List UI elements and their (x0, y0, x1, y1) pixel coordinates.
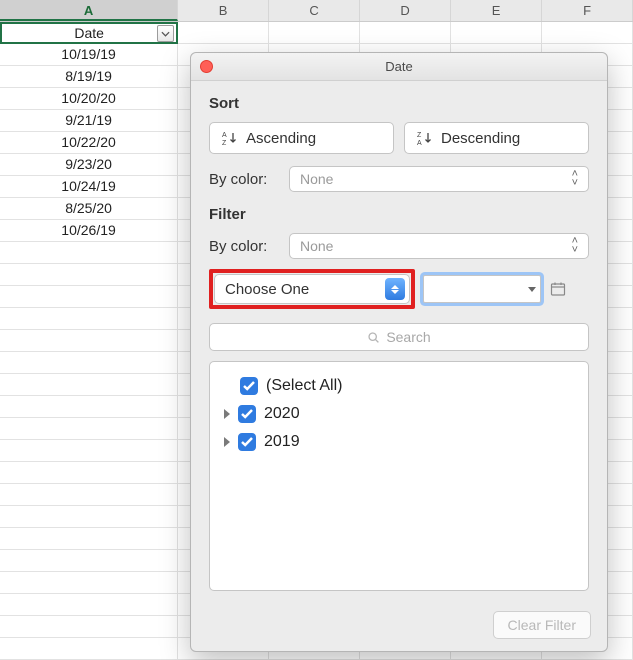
chevron-down-icon (528, 287, 536, 292)
cell[interactable]: 10/19/19 (0, 44, 178, 65)
cell[interactable] (0, 550, 178, 571)
filter-section-label: Filter (209, 206, 607, 223)
cell[interactable] (0, 374, 178, 395)
cell[interactable] (0, 308, 178, 329)
tree-item-year[interactable]: 2019 (222, 428, 576, 456)
cell[interactable] (0, 462, 178, 483)
filter-by-color-label: By color: (209, 238, 279, 255)
cell[interactable]: 10/24/19 (0, 176, 178, 197)
sort-by-color-select[interactable]: None ˄˅ (289, 166, 589, 192)
sort-ascending-label: Ascending (246, 130, 316, 147)
cell[interactable]: 9/23/20 (0, 154, 178, 175)
annotation-highlight: Choose One (209, 269, 415, 309)
cell[interactable] (0, 572, 178, 593)
dialog-title: Date (385, 59, 412, 74)
tree-item-label: 2020 (264, 405, 300, 423)
cell[interactable] (0, 286, 178, 307)
checkbox-icon[interactable] (238, 405, 256, 423)
sort-by-color-value: None (300, 171, 333, 187)
cell[interactable]: 8/19/19 (0, 66, 178, 87)
cell[interactable]: 8/25/20 (0, 198, 178, 219)
column-header[interactable]: B (178, 0, 269, 21)
header-cell-label: Date (74, 25, 104, 41)
filter-search-input[interactable]: Search (209, 323, 589, 351)
cell[interactable] (0, 242, 178, 263)
svg-text:Z: Z (417, 132, 422, 139)
chevron-updown-icon: ˄˅ (572, 237, 578, 255)
cell[interactable] (0, 352, 178, 373)
tree-item-year[interactable]: 2020 (222, 400, 576, 428)
filter-date-input[interactable] (423, 275, 541, 303)
cell[interactable] (0, 264, 178, 285)
tree-item-label: (Select All) (266, 377, 342, 395)
cell[interactable]: 10/26/19 (0, 220, 178, 241)
dropdown-stepper-icon (385, 278, 405, 300)
search-icon (367, 331, 380, 344)
column-header[interactable]: D (360, 0, 451, 21)
cell[interactable] (0, 440, 178, 461)
calendar-icon[interactable] (549, 280, 567, 298)
cell[interactable] (0, 396, 178, 417)
sort-by-color-label: By color: (209, 171, 279, 188)
sort-descending-icon: ZA (417, 130, 433, 146)
cell[interactable] (542, 22, 633, 43)
disclosure-triangle-icon[interactable] (224, 409, 230, 419)
cell[interactable] (0, 330, 178, 351)
filter-by-color-select[interactable]: None ˄˅ (289, 233, 589, 259)
disclosure-triangle-icon[interactable] (224, 437, 230, 447)
column-header[interactable]: C (269, 0, 360, 21)
cell[interactable] (360, 22, 451, 43)
cell[interactable] (0, 638, 178, 659)
filter-condition-select[interactable]: Choose One (214, 274, 410, 304)
cell[interactable] (0, 484, 178, 505)
column-header[interactable]: E (451, 0, 542, 21)
sort-descending-label: Descending (441, 130, 520, 147)
svg-text:A: A (417, 140, 422, 146)
cell[interactable] (269, 22, 360, 43)
checkbox-icon[interactable] (238, 433, 256, 451)
filter-dialog: Date Sort AZ Ascending ZA Descending By … (190, 52, 608, 652)
column-header[interactable]: F (542, 0, 633, 21)
cell[interactable]: 9/21/19 (0, 110, 178, 131)
filter-by-color-value: None (300, 238, 333, 254)
filter-condition-value: Choose One (225, 281, 309, 298)
sort-ascending-button[interactable]: AZ Ascending (209, 122, 394, 154)
column-header[interactable]: A (0, 0, 178, 21)
chevron-updown-icon: ˄˅ (572, 170, 578, 188)
tree-item-label: 2019 (264, 433, 300, 451)
cell[interactable] (0, 528, 178, 549)
cell[interactable] (0, 418, 178, 439)
clear-filter-button[interactable]: Clear Filter (493, 611, 591, 639)
sort-section-label: Sort (209, 95, 607, 112)
header-cell[interactable]: Date (0, 22, 178, 44)
cell[interactable] (0, 506, 178, 527)
sort-ascending-icon: AZ (222, 130, 238, 146)
dialog-titlebar: Date (191, 53, 607, 81)
clear-filter-label: Clear Filter (508, 617, 576, 633)
cell[interactable] (0, 594, 178, 615)
filter-values-tree: (Select All) 2020 2019 (209, 361, 589, 591)
svg-text:Z: Z (222, 140, 227, 146)
svg-text:A: A (222, 132, 227, 139)
filter-dropdown-button[interactable] (157, 25, 174, 42)
cell[interactable] (178, 22, 269, 43)
table-row: Date (0, 22, 633, 44)
cell[interactable] (0, 616, 178, 637)
tree-item-select-all[interactable]: (Select All) (222, 372, 576, 400)
column-headers: ABCDEF (0, 0, 633, 22)
search-placeholder: Search (386, 329, 430, 345)
close-icon[interactable] (200, 60, 213, 73)
checkbox-icon[interactable] (240, 377, 258, 395)
cell[interactable]: 10/22/20 (0, 132, 178, 153)
cell[interactable]: 10/20/20 (0, 88, 178, 109)
cell[interactable] (451, 22, 542, 43)
sort-descending-button[interactable]: ZA Descending (404, 122, 589, 154)
